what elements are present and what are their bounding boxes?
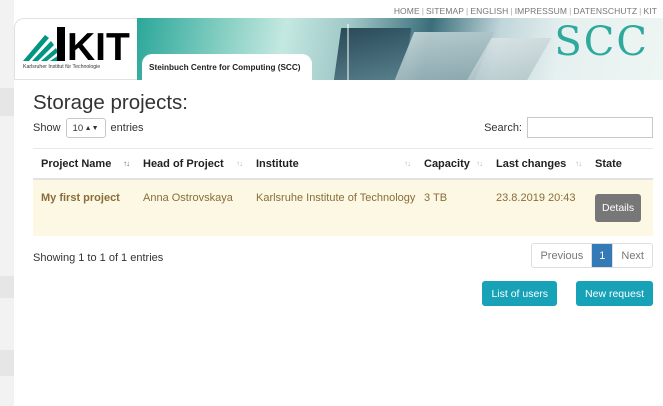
column-header-state: State <box>595 157 622 170</box>
column-header-last-changes[interactable]: Last changes ↑↓ <box>488 149 587 178</box>
cell-head: Anna Ostrovskaya <box>143 192 233 204</box>
column-header-institute[interactable]: Institute ↑↓ <box>248 149 416 178</box>
table-row: My first project Anna Ostrovskaya Karlsr… <box>33 180 653 236</box>
pagination: Previous 1 Next <box>531 243 653 268</box>
kit-logo-icon: KIT <box>23 27 130 61</box>
updown-chevron-icon: ▲▼ <box>84 124 99 132</box>
show-label: Show <box>33 122 61 134</box>
scc-name[interactable]: Steinbuch Centre for Computing (SCC) <box>149 63 300 72</box>
sort-icon: ↑↓ <box>575 159 582 168</box>
gutter-block <box>0 276 14 298</box>
search-label: Search: <box>484 121 522 134</box>
details-button[interactable]: Details <box>595 194 642 222</box>
new-request-button[interactable]: New request <box>576 281 653 306</box>
site-header: KIT Karlsruher Institut für Technologie … <box>14 18 663 80</box>
nav-datenschutz-link[interactable]: DATENSCHUTZ <box>573 6 637 16</box>
column-header-head-of-project[interactable]: Head of Project ↑↓ <box>135 149 248 178</box>
cell-project-name: My first project <box>41 192 120 204</box>
projects-table: Project Name ↑↓ Head of Project ↑↓ Insti… <box>33 148 653 236</box>
search-control: Search: <box>484 117 653 138</box>
sort-icon: ↑↓ <box>404 159 411 168</box>
search-input[interactable] <box>527 117 653 138</box>
nav-home-link[interactable]: HOME <box>394 6 420 16</box>
gutter-block <box>0 88 14 116</box>
cell-last-changes: 23.8.2019 20:43 <box>496 192 576 204</box>
cell-capacity: 3 TB <box>424 192 448 204</box>
cell-institute: Karlsruhe Institute of Technology <box>256 192 416 204</box>
action-buttons: List of users New request <box>482 281 653 306</box>
table-header: Project Name ↑↓ Head of Project ↑↓ Insti… <box>33 148 653 180</box>
cell-state: Details <box>587 180 653 236</box>
top-navigation: HOME | SITEMAP | ENGLISH | IMPRESSUM | DATENSCHU… <box>393 6 657 16</box>
nav-english-link[interactable]: ENGLISH <box>470 6 508 16</box>
nav-impressum-link[interactable]: IMPRESSUM <box>515 6 567 16</box>
page-1-button[interactable]: 1 <box>592 244 613 267</box>
kit-logo-text: KIT <box>67 27 130 61</box>
scc-logo: SCC <box>554 19 649 65</box>
page-length-value: 10 <box>72 122 84 134</box>
gutter-block <box>0 350 14 376</box>
kit-logo-area[interactable]: KIT Karlsruher Institut für Technologie <box>14 18 137 80</box>
page-length-control: Show 10 ▲▼ entries <box>33 118 144 138</box>
left-gutter <box>0 0 14 406</box>
nav-kit-link[interactable]: KIT <box>643 6 657 16</box>
column-header-capacity[interactable]: Capacity ↑↓ <box>416 149 488 178</box>
list-of-users-button[interactable]: List of users <box>482 281 558 306</box>
next-page-button[interactable]: Next <box>612 244 652 267</box>
nav-sitemap-link[interactable]: SITEMAP <box>426 6 464 16</box>
entries-label: entries <box>110 122 144 134</box>
page-title: Storage projects: <box>33 91 188 114</box>
page-length-select[interactable]: 10 ▲▼ <box>65 118 106 138</box>
table-info: Showing 1 to 1 of 1 entries <box>33 252 164 264</box>
kit-logo-subtitle: Karlsruher Institut für Technologie <box>23 64 101 70</box>
sort-asc-icon: ↑↓ <box>123 159 130 168</box>
column-header-project-name[interactable]: Project Name ↑↓ <box>33 149 135 178</box>
sort-icon: ↑↓ <box>476 159 483 168</box>
previous-page-button[interactable]: Previous <box>532 244 593 267</box>
sort-icon: ↑↓ <box>236 159 243 168</box>
